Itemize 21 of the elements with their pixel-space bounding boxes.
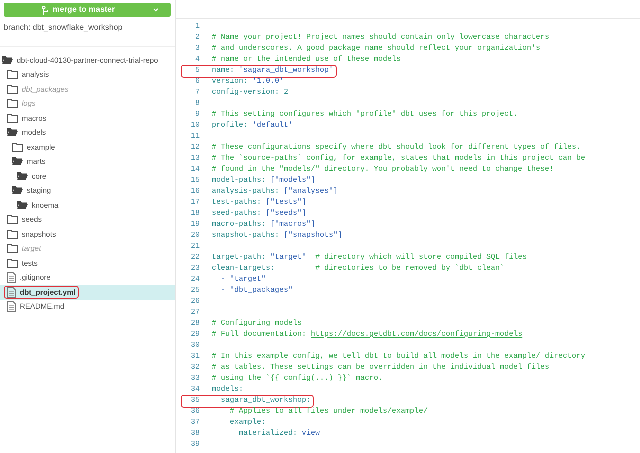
open-folder-icon <box>17 200 28 210</box>
file-icon <box>7 301 16 312</box>
open-folder-icon <box>2 56 13 65</box>
open-folder-icon <box>17 172 28 181</box>
folder-icon <box>7 215 18 224</box>
file-icon <box>7 286 16 298</box>
folder-icon <box>7 258 18 268</box>
open-folder-icon <box>12 186 23 196</box>
folder-icon <box>7 70 18 80</box>
folder-icon <box>7 244 18 254</box>
file-icon <box>7 272 16 284</box>
branch-label: branch: dbt_snowflake_workshop <box>3 22 124 34</box>
merge-icon <box>42 6 49 14</box>
folder-icon <box>7 99 18 108</box>
folder-icon <box>7 84 18 94</box>
open-folder-icon <box>12 157 23 166</box>
open-folder-icon <box>7 128 18 138</box>
caret-icon <box>153 8 159 12</box>
folder-icon <box>12 142 23 152</box>
folder-icon <box>7 114 18 123</box>
folder-icon <box>7 230 18 239</box>
